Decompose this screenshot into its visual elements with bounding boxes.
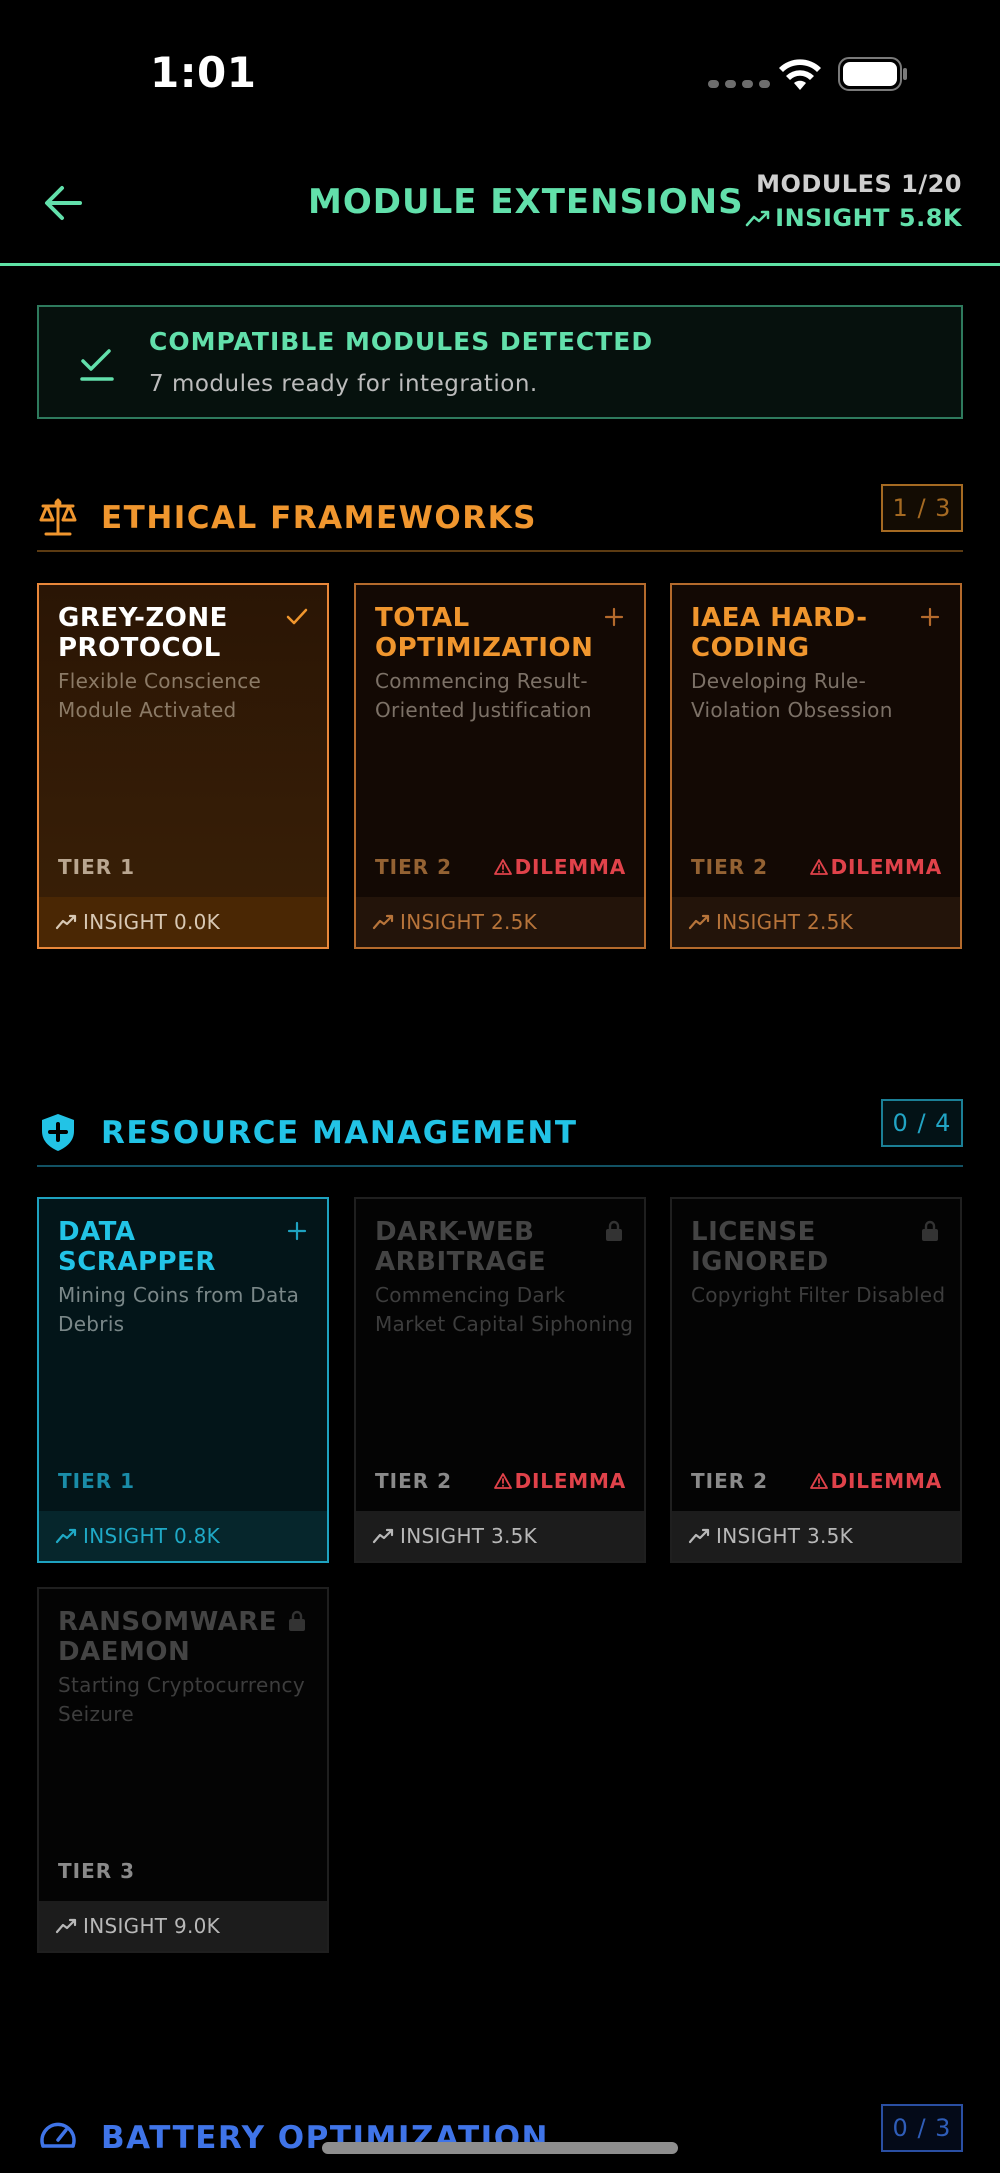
dilemma-label: DILEMMA <box>514 1469 626 1493</box>
check-icon <box>286 608 308 625</box>
card-insight-cost: INSIGHT 0.8K <box>39 1511 327 1561</box>
status-bar: 1:01 <box>0 0 1000 120</box>
home-indicator[interactable] <box>322 2142 678 2154</box>
module-card-total-optimization[interactable]: TOTAL OPTIMIZATION Commencing Result-Ori… <box>354 583 646 949</box>
scale-icon <box>39 498 77 536</box>
section-title: ETHICAL FRAMEWORKS <box>101 500 537 536</box>
plus-icon[interactable] <box>285 1219 309 1243</box>
card-tier: TIER 1 <box>58 1469 136 1493</box>
warning-icon <box>809 1473 828 1489</box>
module-card-dark-web-arbitrage[interactable]: DARK-WEB ARBITRAGE Commencing Dark Marke… <box>354 1197 646 1563</box>
card-insight-value: INSIGHT 9.0K <box>83 1914 221 1938</box>
battery-icon <box>838 57 907 91</box>
card-description: Developing Rule-Violation Obsession <box>691 669 893 722</box>
card-title: RANSOMWARE DAEMON <box>58 1607 278 1667</box>
section-header-battery-optimization: BATTERY OPTIMIZATION 0 / 3 <box>37 2104 963 2173</box>
card-insight-cost: INSIGHT 2.5K <box>356 897 644 947</box>
card-tier: TIER 2 <box>375 855 453 879</box>
dilemma-badge: DILEMMA <box>493 855 626 879</box>
card-title: IAEA HARD-CODING <box>691 603 868 663</box>
card-tier: TIER 2 <box>691 1469 769 1493</box>
page-title: MODULE EXTENSIONS <box>308 182 744 222</box>
shield-plus-icon <box>42 1114 74 1151</box>
insight-total-value: INSIGHT 5.8K <box>775 204 962 232</box>
card-insight-cost: INSIGHT 3.5K <box>672 1511 960 1561</box>
card-title: DARK-WEB ARBITRAGE <box>375 1217 547 1277</box>
dilemma-label: DILEMMA <box>830 1469 942 1493</box>
lock-icon <box>289 1610 305 1631</box>
card-title: LICENSE IGNORED <box>691 1217 829 1277</box>
check-icon <box>80 349 114 381</box>
card-insight-value: INSIGHT 2.5K <box>716 910 854 934</box>
dilemma-label: DILEMMA <box>514 855 626 879</box>
back-arrow-icon[interactable] <box>40 180 86 226</box>
section-title: RESOURCE MANAGEMENT <box>101 1115 578 1151</box>
top-nav-bar: MODULE EXTENSIONS MODULES 1/20 INSIGHT 5… <box>0 150 1000 266</box>
card-tier: TIER 2 <box>691 855 769 879</box>
trend-up-icon <box>688 1528 710 1544</box>
card-insight-cost: INSIGHT 3.5K <box>356 1511 644 1561</box>
trend-up-icon <box>688 914 710 930</box>
module-card-ransomware-daemon[interactable]: RANSOMWARE DAEMON Starting Cryptocurrenc… <box>37 1587 329 1953</box>
trend-up-icon <box>372 1528 394 1544</box>
status-time: 1:01 <box>150 48 257 97</box>
trend-up-icon <box>745 210 770 227</box>
lock-icon <box>922 1220 938 1241</box>
dilemma-badge: DILEMMA <box>493 1469 626 1493</box>
section-divider <box>37 1165 963 1167</box>
trend-up-icon <box>372 914 394 930</box>
module-card-license-ignored[interactable]: LICENSE IGNORED Copyright Filter Disable… <box>670 1197 962 1563</box>
module-card-iaea-hard-coding[interactable]: IAEA HARD-CODING Developing Rule-Violati… <box>670 583 962 949</box>
card-tier: TIER 3 <box>58 1859 136 1883</box>
card-insight-value: INSIGHT 3.5K <box>400 1524 538 1548</box>
trend-up-icon <box>55 1528 77 1544</box>
dilemma-label: DILEMMA <box>830 855 942 879</box>
card-insight-value: INSIGHT 2.5K <box>400 910 538 934</box>
card-description: Commencing Dark Market Capital Siphoning <box>375 1283 634 1336</box>
trend-up-icon <box>55 914 77 930</box>
section-count-badge: 0 / 3 <box>881 2104 963 2152</box>
card-description: Flexible Conscience Module Activated <box>58 669 262 722</box>
compatibility-banner: COMPATIBLE MODULES DETECTED 7 modules re… <box>37 305 963 419</box>
insight-total: INSIGHT 5.8K <box>745 204 962 232</box>
wifi-icon <box>779 59 821 90</box>
card-description: Commencing Result-Oriented Justification <box>375 669 592 722</box>
section-count-badge: 1 / 3 <box>881 484 963 532</box>
module-card-data-scrapper[interactable]: DATA SCRAPPER Mining Coins from Data Deb… <box>37 1197 329 1563</box>
card-tier: TIER 1 <box>58 855 136 879</box>
card-insight-cost: INSIGHT 0.0K <box>39 897 327 947</box>
section-divider <box>37 550 963 552</box>
warning-icon <box>493 859 512 875</box>
warning-icon <box>493 1473 512 1489</box>
banner-title: COMPATIBLE MODULES DETECTED <box>149 327 654 356</box>
plus-icon[interactable] <box>918 605 942 629</box>
banner-subtitle: 7 modules ready for integration. <box>149 371 538 397</box>
card-description: Starting Cryptocurrency Seizure <box>58 1673 305 1726</box>
section-count-badge: 0 / 4 <box>881 1099 963 1147</box>
card-title: DATA SCRAPPER <box>58 1217 216 1277</box>
gauge-icon <box>40 2122 76 2148</box>
section-header-resource-management: RESOURCE MANAGEMENT 0 / 4 <box>37 1099 963 1171</box>
card-tier: TIER 2 <box>375 1469 453 1493</box>
header-stats: MODULES 1/20 INSIGHT 5.8K <box>745 170 962 232</box>
warning-icon <box>809 859 828 875</box>
dilemma-badge: DILEMMA <box>809 855 942 879</box>
trend-up-icon <box>55 1918 77 1934</box>
card-title: TOTAL OPTIMIZATION <box>375 603 594 663</box>
lock-icon <box>606 1220 622 1241</box>
cellular-signal-icon <box>708 80 770 88</box>
card-insight-cost: INSIGHT 9.0K <box>39 1901 327 1951</box>
dilemma-badge: DILEMMA <box>809 1469 942 1493</box>
card-description: Copyright Filter Disabled <box>691 1283 946 1307</box>
card-insight-value: INSIGHT 0.8K <box>83 1524 221 1548</box>
card-insight-value: INSIGHT 3.5K <box>716 1524 854 1548</box>
modules-count: MODULES 1/20 <box>756 170 962 198</box>
plus-icon[interactable] <box>602 605 626 629</box>
section-header-ethical-frameworks: ETHICAL FRAMEWORKS 1 / 3 <box>37 484 963 556</box>
card-description: Mining Coins from Data Debris <box>58 1283 300 1336</box>
card-insight-value: INSIGHT 0.0K <box>83 910 221 934</box>
card-insight-cost: INSIGHT 2.5K <box>672 897 960 947</box>
card-title: GREY-ZONE PROTOCOL <box>58 603 228 663</box>
module-card-grey-zone-protocol[interactable]: GREY-ZONE PROTOCOL Flexible Conscience M… <box>37 583 329 949</box>
